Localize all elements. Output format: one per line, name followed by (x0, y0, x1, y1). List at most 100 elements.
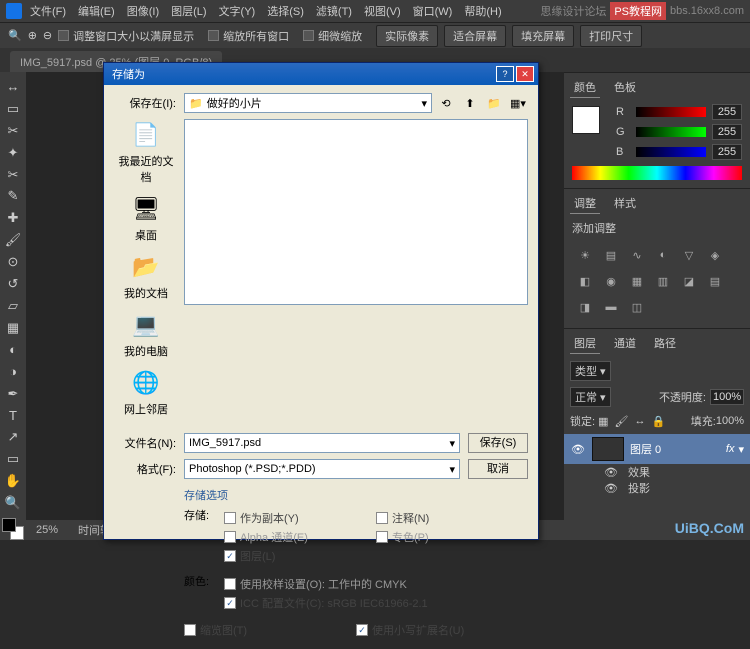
layers-checkbox[interactable]: ✓ (224, 550, 236, 562)
tab-paths[interactable]: 路径 (650, 333, 680, 354)
gradient-tool-icon[interactable]: ▦ (3, 318, 23, 338)
visibility-icon[interactable]: 👁 (604, 466, 620, 479)
layer-row[interactable]: 👁 图层 0 fx ▾ (564, 434, 750, 464)
eraser-tool-icon[interactable]: ▱ (3, 296, 23, 316)
lock-move-icon[interactable]: ↔ (634, 415, 645, 427)
path-tool-icon[interactable]: ↗ (3, 428, 23, 448)
gradient-map-icon[interactable]: ▬ (600, 296, 622, 318)
view-menu-icon[interactable]: ▦▾ (508, 93, 528, 113)
place-recent[interactable]: 📄我最近的文档 (114, 119, 178, 185)
drop-shadow-row[interactable]: 👁 投影 (564, 480, 750, 496)
print-size-button[interactable]: 打印尺寸 (580, 25, 642, 47)
lock-all-icon[interactable]: 🔒 (651, 415, 665, 428)
hue-icon[interactable]: ◈ (704, 244, 726, 266)
place-documents[interactable]: 📂我的文档 (124, 251, 168, 301)
invert-icon[interactable]: ◪ (678, 270, 700, 292)
menu-view[interactable]: 视图(V) (364, 3, 401, 19)
opacity-value[interactable]: 100% (710, 389, 744, 405)
fill-screen-button[interactable]: 填充屏幕 (512, 25, 574, 47)
collapse-icon[interactable]: ▾ (738, 443, 744, 456)
g-value[interactable]: 255 (712, 124, 742, 140)
color-spectrum[interactable] (572, 166, 742, 180)
lasso-tool-icon[interactable]: ✂ (3, 121, 23, 141)
place-network[interactable]: 🌐网上邻居 (124, 367, 168, 417)
fit-window-checkbox[interactable] (58, 30, 69, 41)
zoom-in-icon[interactable]: ⊕ (28, 29, 37, 42)
zoom-tool-icon[interactable]: 🔍 (3, 493, 23, 513)
menu-file[interactable]: 文件(F) (30, 3, 66, 19)
filename-combo[interactable]: IMG_5917.psd ▾ (184, 433, 460, 453)
up-icon[interactable]: ⬆ (460, 93, 480, 113)
eyedropper-tool-icon[interactable]: ✎ (3, 187, 23, 207)
save-button[interactable]: 保存(S) (468, 433, 528, 453)
tab-color[interactable]: 颜色 (570, 77, 600, 98)
brush-tool-icon[interactable]: 🖌 (3, 230, 23, 250)
shape-tool-icon[interactable]: ▭ (3, 449, 23, 469)
tab-adjustments[interactable]: 调整 (570, 193, 600, 214)
save-in-combo[interactable]: 📁 做好的小片 ▾ (184, 93, 432, 113)
menu-select[interactable]: 选择(S) (267, 3, 304, 19)
help-button[interactable]: ? (496, 66, 514, 82)
menu-image[interactable]: 图像(I) (127, 3, 159, 19)
layer-thumbnail[interactable] (592, 437, 624, 461)
selective-icon[interactable]: ◫ (626, 296, 648, 318)
fx-badge[interactable]: fx (726, 443, 735, 455)
color-swatches[interactable] (2, 518, 24, 540)
layer-name[interactable]: 图层 0 (630, 441, 661, 457)
levels-icon[interactable]: ▤ (600, 244, 622, 266)
blend-mode-select[interactable]: 正常 ▾ (570, 387, 611, 407)
mixer-icon[interactable]: ▦ (626, 270, 648, 292)
healing-tool-icon[interactable]: ✚ (3, 208, 23, 228)
zoom-level[interactable]: 25% (36, 524, 58, 536)
menu-filter[interactable]: 滤镜(T) (316, 3, 352, 19)
zoom-out-icon[interactable]: ⊖ (43, 29, 52, 42)
effects-row[interactable]: 👁 效果 (564, 464, 750, 480)
tab-layers[interactable]: 图层 (570, 333, 600, 354)
move-tool-icon[interactable]: ↔ (3, 77, 23, 97)
r-value[interactable]: 255 (712, 104, 742, 120)
menu-layer[interactable]: 图层(L) (171, 3, 206, 19)
posterize-icon[interactable]: ▤ (704, 270, 726, 292)
place-desktop[interactable]: 🖥桌面 (130, 193, 162, 243)
pen-tool-icon[interactable]: ✒ (3, 384, 23, 404)
g-slider[interactable] (636, 127, 706, 137)
file-list[interactable] (184, 119, 528, 305)
threshold-icon[interactable]: ◨ (574, 296, 596, 318)
scrubby-checkbox[interactable] (303, 30, 314, 41)
cancel-button[interactable]: 取消 (468, 459, 528, 479)
b-value[interactable]: 255 (712, 144, 742, 160)
as-copy-checkbox[interactable] (224, 512, 236, 524)
type-tool-icon[interactable]: T (3, 406, 23, 426)
photo-filter-icon[interactable]: ◉ (600, 270, 622, 292)
b-slider[interactable] (636, 147, 706, 157)
menu-window[interactable]: 窗口(W) (413, 3, 453, 19)
tab-swatches[interactable]: 色板 (610, 77, 640, 98)
bw-icon[interactable]: ◧ (574, 270, 596, 292)
vibrance-icon[interactable]: ▽ (678, 244, 700, 266)
fit-screen-button[interactable]: 适合屏幕 (444, 25, 506, 47)
exposure-icon[interactable]: ◐ (652, 244, 674, 266)
menu-type[interactable]: 文字(Y) (219, 3, 256, 19)
lock-paint-icon[interactable]: 🖌 (614, 415, 628, 428)
crop-tool-icon[interactable]: ✂ (3, 165, 23, 185)
format-combo[interactable]: Photoshop (*.PSD;*.PDD) ▾ (184, 459, 460, 479)
hand-tool-icon[interactable]: ✋ (3, 471, 23, 491)
lowercase-checkbox[interactable]: ✓ (356, 624, 368, 636)
lookup-icon[interactable]: ▥ (652, 270, 674, 292)
history-brush-icon[interactable]: ↺ (3, 274, 23, 294)
tab-styles[interactable]: 样式 (610, 193, 640, 214)
dodge-tool-icon[interactable]: ◑ (3, 362, 23, 382)
menu-help[interactable]: 帮助(H) (464, 3, 501, 19)
actual-pixels-button[interactable]: 实际像素 (376, 25, 438, 47)
place-computer[interactable]: 💻我的电脑 (124, 309, 168, 359)
menu-edit[interactable]: 编辑(E) (78, 3, 115, 19)
stamp-tool-icon[interactable]: ⊙ (3, 252, 23, 272)
fill-value[interactable]: 100% (716, 415, 744, 427)
blur-tool-icon[interactable]: ◐ (3, 340, 23, 360)
tab-channels[interactable]: 通道 (610, 333, 640, 354)
marquee-tool-icon[interactable]: ▭ (3, 99, 23, 119)
wand-tool-icon[interactable]: ✦ (3, 143, 23, 163)
icc-checkbox[interactable]: ✓ (224, 597, 236, 609)
brightness-icon[interactable]: ☀ (574, 244, 596, 266)
dialog-titlebar[interactable]: 存储为 ? ✕ (104, 63, 538, 85)
